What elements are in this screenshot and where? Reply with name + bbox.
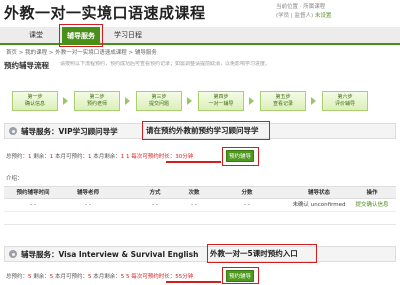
step-number: 第四步 bbox=[213, 94, 229, 100]
service-label: 辅导服务：Visa Interview & Survival English bbox=[21, 250, 199, 259]
intro-label: 介绍： bbox=[6, 176, 23, 182]
breadcrumb: 首页 > 我的课程 > 外教一对一实境口语速成课程 > 辅导服务 bbox=[6, 50, 157, 56]
page-header: 外教一对一实境口语速成课程 当前位置 · 所属课程 (学员 | 监督人) 未设置 bbox=[0, 0, 400, 26]
step-arrow-icon bbox=[63, 97, 68, 105]
service-section-visa: 辅导服务：Visa Interview & Survival English bbox=[4, 246, 396, 262]
step-label: 提交问题 bbox=[148, 101, 169, 107]
gear-icon bbox=[9, 250, 17, 258]
header-info-line2: (学员 | 监督人) 未设置 bbox=[276, 12, 394, 21]
gear-icon bbox=[9, 127, 17, 135]
flow-step-6: 第六步 评价辅导 bbox=[322, 91, 368, 111]
quota-line-vip: 总预约：1 剩余：1 本月可预约：1 本月剩余：1 1 每次可预约时长：30分钟 bbox=[6, 152, 193, 160]
highlight-underline bbox=[166, 281, 221, 283]
header-info-line1: 当前位置 · 所属课程 bbox=[276, 4, 326, 10]
column-header: 辅导老师 bbox=[76, 190, 99, 196]
header-info: 当前位置 · 所属课程 (学员 | 监督人) 未设置 bbox=[276, 3, 394, 21]
column-header: 预约辅导时间 bbox=[16, 190, 50, 196]
course-title: 外教一对一实境口语速成课程 bbox=[4, 4, 206, 22]
step-label: 确认信息 bbox=[24, 101, 45, 107]
highlight-box-tab bbox=[59, 24, 103, 47]
step-label: 一对一辅导 bbox=[208, 101, 234, 107]
column-header: 方式 bbox=[149, 190, 161, 196]
column-header: 分数 bbox=[241, 190, 253, 196]
highlight-underline bbox=[166, 161, 221, 163]
column-header: 次数 bbox=[188, 190, 200, 196]
column-header: 操作 bbox=[366, 190, 378, 196]
step-label: 预约老师 bbox=[86, 101, 107, 107]
tab-study-schedule[interactable]: 学习日程 bbox=[106, 28, 150, 43]
step-number: 第一步 bbox=[27, 94, 43, 100]
flow-description: 请按照以下流程预约，预约成功后可查看预约记录；如需调整请提前取消，以免影响学习进… bbox=[60, 61, 271, 67]
flow-step-3: 第三步 提交问题 bbox=[136, 91, 182, 111]
status-cell: 未确认 unconfirmed bbox=[292, 202, 346, 208]
table-cell: - - bbox=[152, 202, 158, 208]
flow-step-2: 第二步 预约老师 bbox=[74, 91, 120, 111]
flow-step-1: 第一步 确认信息 bbox=[12, 91, 58, 111]
quota-duration: 5 每次可预约时长：55分钟 bbox=[126, 274, 194, 280]
header-info-prefix: (学员 | 监督人) bbox=[276, 13, 315, 19]
table-cell: - - bbox=[191, 202, 197, 208]
quota-duration: 1 每次可预约时长：30分钟 bbox=[126, 154, 194, 160]
flow-steps: 第一步 确认信息 第二步 预约老师 第三步 提交问题 第四步 一对一辅导 第五步… bbox=[12, 91, 392, 111]
table-row: - - - - - - - - - - 未确认 unconfirmed 提交确认… bbox=[4, 199, 396, 212]
booking-table: 预约辅导时间 辅导老师 方式 次数 分数 辅导状态 操作 - - - - - -… bbox=[4, 186, 396, 212]
flow-step-4: 第四步 一对一辅导 bbox=[198, 91, 244, 111]
quota-label: 剩余： bbox=[31, 154, 50, 160]
quota-label: 本月可预约： bbox=[53, 274, 89, 280]
step-arrow-icon bbox=[311, 97, 316, 105]
service-note: 外教一对一5课时预约入口 bbox=[210, 248, 298, 259]
header-set-link[interactable]: 未设置 bbox=[315, 13, 332, 19]
step-number: 第三步 bbox=[151, 94, 167, 100]
tab-classroom[interactable]: 课堂 bbox=[20, 28, 52, 43]
step-number: 第五步 bbox=[275, 94, 291, 100]
step-number: 第六步 bbox=[337, 94, 353, 100]
quota-label: 本月剩余： bbox=[91, 154, 121, 160]
step-arrow-icon bbox=[187, 97, 192, 105]
step-label: 评价辅导 bbox=[334, 101, 355, 107]
confirm-info-link[interactable]: 提交确认信息 bbox=[348, 199, 396, 211]
table-cell: - - bbox=[85, 202, 91, 208]
step-number: 第二步 bbox=[89, 94, 105, 100]
column-header: 辅导状态 bbox=[307, 190, 330, 196]
highlight-box-button bbox=[222, 147, 259, 166]
service-label: 辅导服务：VIP学习顾问导学 bbox=[21, 127, 118, 136]
service-note: 请在预约外教前预约学习顾问导学 bbox=[146, 126, 259, 135]
quota-label: 剩余： bbox=[31, 274, 50, 280]
flow-step-5: 第五步 查看记录 bbox=[260, 91, 306, 111]
step-arrow-icon bbox=[249, 97, 254, 105]
highlight-box-button bbox=[222, 267, 259, 284]
step-label: 查看记录 bbox=[272, 101, 293, 107]
table-cell: - - bbox=[244, 202, 250, 208]
quota-label: 本月剩余： bbox=[91, 274, 121, 280]
flow-title: 预约辅导流程 bbox=[4, 61, 49, 70]
quota-label: 总预约： bbox=[6, 274, 29, 280]
table-header: 预约辅导时间 辅导老师 方式 次数 分数 辅导状态 操作 bbox=[4, 186, 396, 199]
quota-label: 本月可预约： bbox=[53, 154, 89, 160]
quota-line-visa: 总预约：5 剩余：5 本月可预约：5 本月剩余：5 5 每次可预约时长：55分钟 bbox=[6, 272, 193, 280]
quota-label: 总预约： bbox=[6, 154, 29, 160]
section-divider bbox=[4, 224, 396, 225]
step-arrow-icon bbox=[125, 97, 130, 105]
table-cell: - - bbox=[30, 202, 36, 208]
